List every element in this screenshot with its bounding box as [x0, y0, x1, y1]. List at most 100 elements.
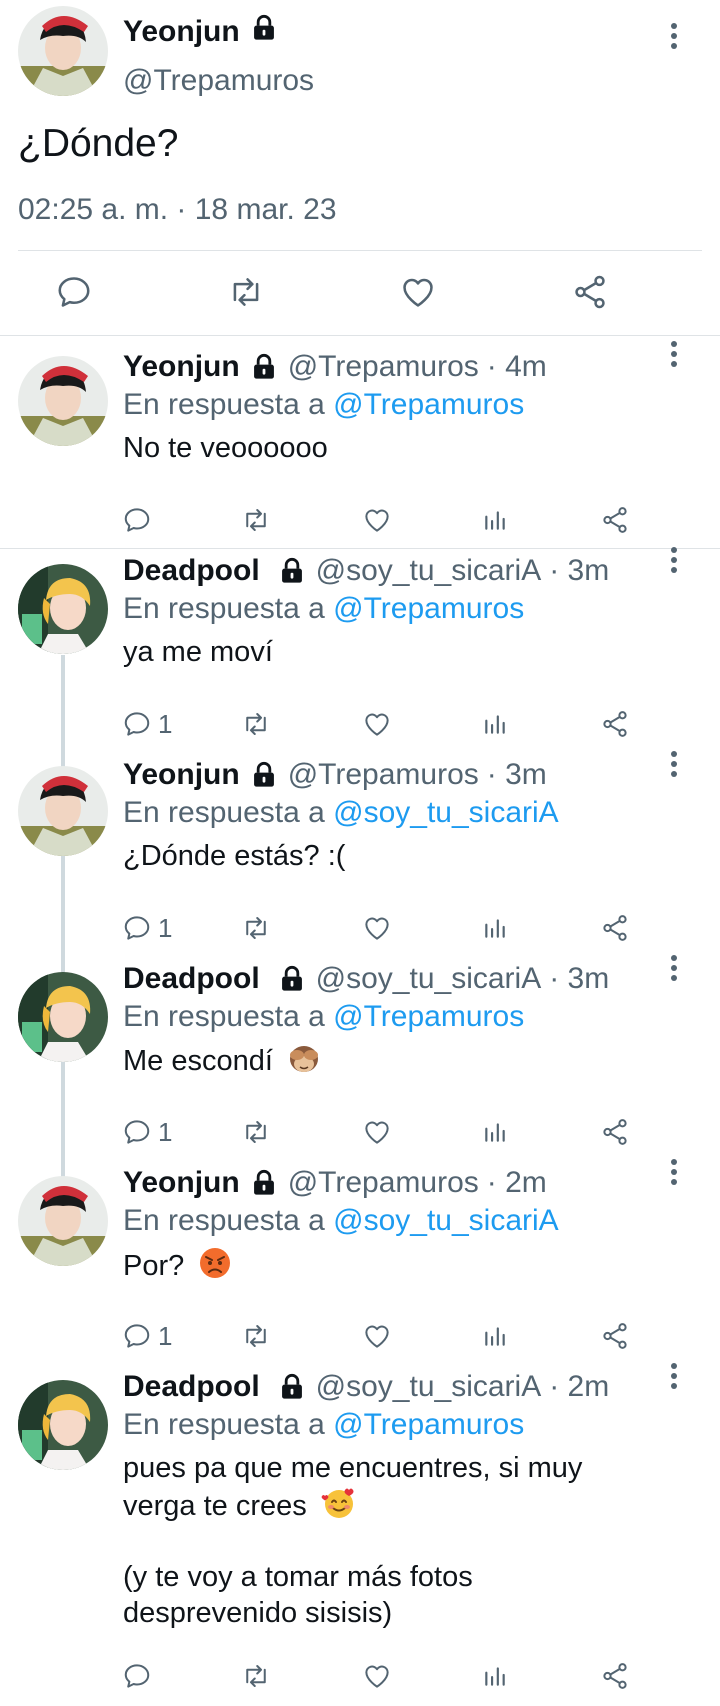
- tweet-time: · 3m: [549, 962, 610, 995]
- tweet-text: pues pa que me encuentres, si muy verga …: [123, 1450, 582, 1631]
- author-handle[interactable]: @Trepamuros: [288, 1166, 479, 1200]
- author-name[interactable]: Yeonjun: [123, 14, 278, 50]
- tweet-text: ¿Dónde?: [18, 122, 179, 165]
- tweet-text-line: verga te crees: [123, 1486, 582, 1529]
- more-options-icon[interactable]: [668, 22, 680, 55]
- replying-label: En respuesta a: [123, 1204, 325, 1237]
- reply-header: Yeonjun @Trepamuros · 3m: [123, 758, 547, 792]
- like-icon[interactable]: [362, 1658, 392, 1694]
- retweet-icon[interactable]: [240, 706, 272, 742]
- tweet-text-line: [123, 1529, 582, 1559]
- like-icon[interactable]: [396, 270, 440, 314]
- retweet-icon[interactable]: [240, 910, 272, 946]
- avatar[interactable]: [18, 1380, 108, 1470]
- author-handle[interactable]: @Trepamuros: [123, 64, 314, 98]
- more-options-icon[interactable]: [668, 954, 680, 987]
- share-icon[interactable]: [600, 1318, 630, 1354]
- more-options-icon[interactable]: [668, 340, 680, 373]
- reply-header: Yeonjun @Trepamuros · 4m: [123, 350, 547, 384]
- like-icon[interactable]: [362, 1318, 392, 1354]
- replying-to: En respuesta a @Trepamuros: [123, 1000, 524, 1034]
- retweet-icon[interactable]: [240, 502, 272, 538]
- avatar[interactable]: [18, 1176, 108, 1266]
- mention-link[interactable]: @Trepamuros: [333, 592, 524, 625]
- share-icon[interactable]: [600, 502, 630, 538]
- reply-icon[interactable]: [52, 270, 96, 314]
- author-name[interactable]: Deadpool: [123, 962, 260, 996]
- more-options-icon[interactable]: [668, 546, 680, 579]
- reply-icon[interactable]: 1: [122, 910, 172, 946]
- reply-icon[interactable]: 1: [122, 1318, 172, 1354]
- like-icon[interactable]: [362, 910, 392, 946]
- tweet-text-content: Me escondí: [123, 1045, 273, 1078]
- mention-link[interactable]: @Trepamuros: [333, 388, 524, 421]
- like-icon[interactable]: [362, 706, 392, 742]
- reply-icon[interactable]: [122, 502, 158, 538]
- thread-line: [61, 655, 65, 1265]
- lock-icon: [278, 557, 306, 585]
- author-name[interactable]: Deadpool: [123, 1370, 260, 1404]
- reply-count: 1: [158, 708, 173, 739]
- share-icon[interactable]: [600, 910, 630, 946]
- replying-to: En respuesta a @soy_tu_sicariA: [123, 1204, 559, 1238]
- mention-link[interactable]: @soy_tu_sicariA: [333, 1204, 559, 1237]
- reply-icon[interactable]: [122, 1658, 158, 1694]
- reply-count: 1: [158, 1116, 173, 1147]
- author-handle[interactable]: @Trepamuros: [288, 758, 479, 792]
- avatar[interactable]: [18, 564, 108, 654]
- analytics-icon[interactable]: [482, 910, 508, 946]
- reply-count: 1: [158, 912, 173, 943]
- share-icon[interactable]: [568, 270, 612, 314]
- like-icon[interactable]: [362, 502, 392, 538]
- lock-icon: [250, 14, 278, 50]
- retweet-icon[interactable]: [240, 1318, 272, 1354]
- smiling-face-with-hearts-icon: [321, 1486, 357, 1529]
- tweet-actions: 1: [0, 1318, 720, 1354]
- tweet-text-line: (y te voy a tomar más fotos: [123, 1561, 473, 1593]
- reply-icon[interactable]: 1: [122, 706, 172, 742]
- more-options-icon[interactable]: [668, 750, 680, 783]
- replying-to: En respuesta a @Trepamuros: [123, 388, 524, 422]
- replying-label: En respuesta a: [123, 1000, 325, 1033]
- replying-to: En respuesta a @Trepamuros: [123, 592, 524, 626]
- analytics-icon[interactable]: [482, 1114, 508, 1150]
- author-handle[interactable]: @soy_tu_sicariA: [316, 962, 542, 996]
- lock-icon: [278, 1373, 306, 1401]
- retweet-icon[interactable]: [240, 1114, 272, 1150]
- mention-link[interactable]: @Trepamuros: [333, 1408, 524, 1441]
- reply-header: Deadpool @soy_tu_sicariA · 2m: [123, 1370, 609, 1404]
- reply-header: Deadpool @soy_tu_sicariA · 3m: [123, 962, 609, 996]
- analytics-icon[interactable]: [482, 1318, 508, 1354]
- analytics-icon[interactable]: [482, 706, 508, 742]
- author-name[interactable]: Yeonjun: [123, 350, 240, 384]
- share-icon[interactable]: [600, 706, 630, 742]
- tweet-actions: 1: [0, 910, 720, 946]
- mention-link[interactable]: @Trepamuros: [333, 1000, 524, 1033]
- author-name[interactable]: Deadpool: [123, 554, 260, 588]
- mention-link[interactable]: @soy_tu_sicariA: [333, 796, 559, 829]
- main-tweet: Yeonjun @Trepamuros ¿Dónde? 02:25 a. m. …: [0, 0, 720, 336]
- author-handle[interactable]: @soy_tu_sicariA: [316, 1370, 542, 1404]
- tweet-time: · 3m: [486, 758, 547, 791]
- more-options-icon[interactable]: [668, 1362, 680, 1395]
- share-icon[interactable]: [600, 1114, 630, 1150]
- retweet-icon[interactable]: [240, 1658, 272, 1694]
- analytics-icon[interactable]: [482, 502, 508, 538]
- tweet-actions: [0, 502, 720, 538]
- retweet-icon[interactable]: [224, 270, 268, 314]
- avatar[interactable]: [18, 766, 108, 856]
- like-icon[interactable]: [362, 1114, 392, 1150]
- author-handle[interactable]: @soy_tu_sicariA: [316, 554, 542, 588]
- avatar[interactable]: [18, 972, 108, 1062]
- author-name[interactable]: Yeonjun: [123, 758, 240, 792]
- replying-label: En respuesta a: [123, 796, 325, 829]
- avatar[interactable]: [18, 356, 108, 446]
- share-icon[interactable]: [600, 1658, 630, 1694]
- author-handle[interactable]: @Trepamuros: [288, 350, 479, 384]
- reply-icon[interactable]: 1: [122, 1114, 172, 1150]
- tweet-text: Por?: [123, 1246, 232, 1289]
- more-options-icon[interactable]: [668, 1158, 680, 1191]
- analytics-icon[interactable]: [482, 1658, 508, 1694]
- author-name[interactable]: Yeonjun: [123, 1166, 240, 1200]
- avatar[interactable]: [18, 6, 108, 96]
